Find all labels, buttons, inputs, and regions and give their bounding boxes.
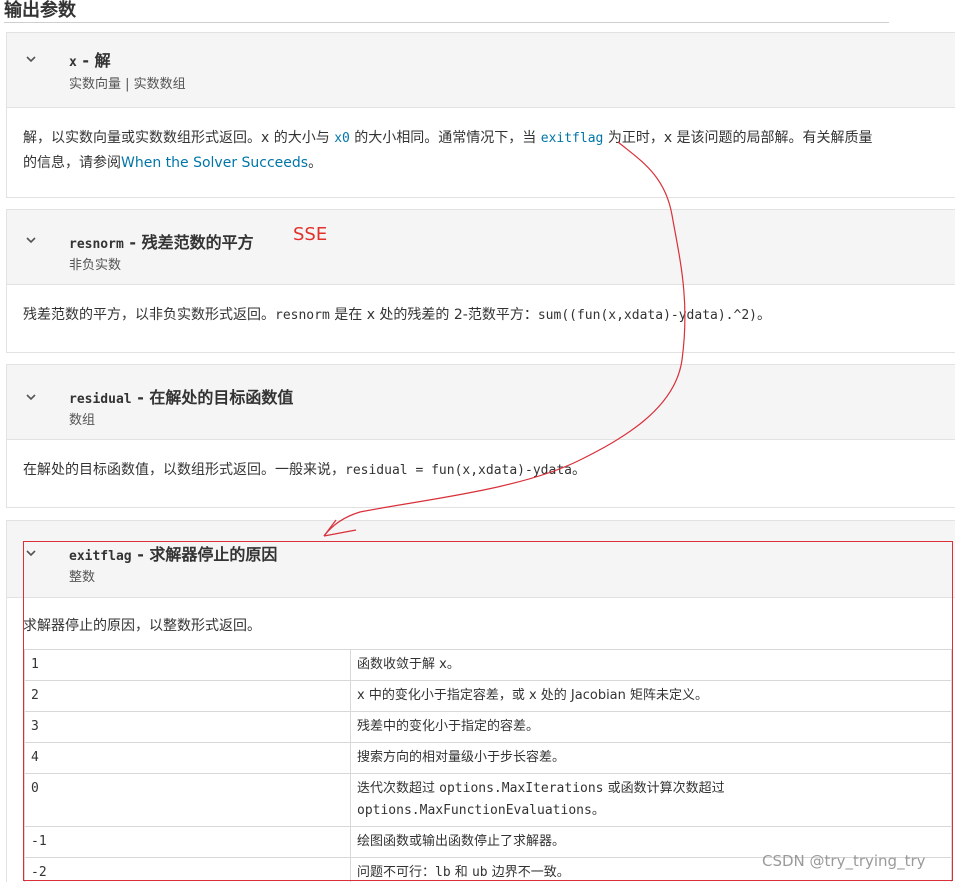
param-title: 求解器停止的原因 bbox=[149, 545, 278, 564]
param-title-resnorm: resnorm - 残差范数的平方 bbox=[69, 229, 254, 253]
param-title-residual: residual - 在解处的目标函数值 bbox=[69, 384, 293, 408]
code-text: sum((fun(x,xdata)-ydata).^2) bbox=[537, 308, 757, 323]
table-row: 2 x 中的变化小于指定容差，或 x 处的 Jacobian 矩阵未定义。 bbox=[24, 680, 952, 712]
desc-text: 求解器停止的原因，以整数形式返回。 bbox=[23, 618, 261, 634]
param-title: 残差范数的平方 bbox=[141, 233, 254, 252]
param-title: 在解处的目标函数值 bbox=[149, 388, 294, 407]
param-type-x: 实数向量 | 实数数组 bbox=[69, 77, 186, 92]
param-type-exitflag: 整数 bbox=[69, 570, 96, 585]
param-desc-exitflag: 求解器停止的原因，以整数形式返回。 bbox=[7, 598, 955, 638]
exitflag-table: 1 函数收敛于解 x。 2 x 中的变化小于指定容差，或 x 处的 Jacobi… bbox=[24, 649, 952, 882]
param-card-x: x - 解 实数向量 | 实数数组 解，以实数向量或实数数组形式返回。x 的大小… bbox=[6, 32, 955, 198]
desc-text: 为正时，x 是该问题的局部解。有关解质量 bbox=[603, 130, 873, 146]
param-header-x[interactable]: x - 解 实数向量 | 实数数组 bbox=[7, 33, 955, 108]
chevron-down-icon[interactable] bbox=[25, 391, 39, 405]
desc-text: 的信息，请参阅 bbox=[23, 155, 121, 171]
section-divider bbox=[4, 22, 889, 23]
flag-meaning: 迭代次数超过 options.MaxIterations 或函数计算次数超过 op… bbox=[350, 773, 952, 827]
flag-code: 3 bbox=[24, 711, 351, 743]
param-header-residual[interactable]: residual - 在解处的目标函数值 数组 bbox=[7, 365, 955, 440]
param-dash: - bbox=[76, 51, 95, 70]
param-type-residual: 数组 bbox=[69, 413, 96, 428]
param-card-exitflag: exitflag - 求解器停止的原因 整数 求解器停止的原因，以整数形式返回。… bbox=[6, 520, 955, 882]
flag-code: 4 bbox=[24, 742, 351, 774]
section-heading: 输出参数 bbox=[4, 0, 76, 21]
table-row: 3 残差中的变化小于指定的容差。 bbox=[24, 711, 952, 743]
code-text: options.MaxIterations bbox=[439, 781, 604, 796]
meaning-text: 和 bbox=[450, 865, 472, 880]
param-desc-residual: 在解处的目标函数值，以数组形式返回。一般来说，residual = fun(x,… bbox=[7, 440, 955, 483]
param-name: exitflag bbox=[69, 549, 132, 564]
param-card-residual: residual - 在解处的目标函数值 数组 在解处的目标函数值，以数组形式返… bbox=[6, 364, 955, 508]
code-text: residual = fun(x,xdata)-ydata bbox=[345, 463, 572, 478]
param-header-resnorm[interactable]: resnorm - 残差范数的平方 SSE 非负实数 bbox=[7, 210, 955, 285]
meaning-text: 边界不一致。 bbox=[487, 865, 570, 880]
flag-meaning: 搜索方向的相对量级小于步长容差。 bbox=[350, 742, 952, 774]
chevron-down-icon[interactable] bbox=[25, 53, 39, 67]
desc-text: 。 bbox=[308, 155, 323, 171]
flag-meaning: 残差中的变化小于指定的容差。 bbox=[350, 711, 952, 743]
param-dash: - bbox=[131, 388, 150, 407]
param-title-x: x - 解 bbox=[69, 47, 111, 71]
meaning-text: 或函数计算次数超过 bbox=[603, 781, 725, 796]
desc-text: 的大小相同。通常情况下，当 bbox=[349, 130, 541, 146]
chevron-down-icon[interactable] bbox=[25, 547, 39, 561]
desc-text: 是在 x 处的残差的 2-范数平方： bbox=[329, 307, 538, 323]
param-desc-resnorm: 残差范数的平方，以非负实数形式返回。resnorm 是在 x 处的残差的 2-范… bbox=[7, 285, 955, 328]
param-title-exitflag: exitflag - 求解器停止的原因 bbox=[69, 541, 277, 565]
param-name: residual bbox=[69, 392, 132, 407]
code-text: resnorm bbox=[275, 308, 330, 323]
code-text: options.MaxFunctionEvaluations bbox=[357, 803, 592, 818]
exitflag-link[interactable]: exitflag bbox=[541, 131, 604, 146]
chevron-down-icon[interactable] bbox=[25, 234, 39, 248]
param-dash: - bbox=[131, 545, 150, 564]
flag-meaning: x 中的变化小于指定容差，或 x 处的 Jacobian 矩阵未定义。 bbox=[350, 680, 952, 712]
doc-page: 输出参数 x - 解 实数向量 | 实数数组 解，以实数向量或实数数组形式返回。… bbox=[0, 0, 955, 882]
desc-text: 解，以实数向量或实数数组形式返回。x 的大小与 bbox=[23, 130, 335, 146]
x0-link[interactable]: x0 bbox=[334, 131, 350, 146]
flag-code: -1 bbox=[24, 826, 351, 858]
code-text: lb bbox=[435, 865, 451, 880]
param-header-exitflag[interactable]: exitflag - 求解器停止的原因 整数 bbox=[7, 521, 955, 598]
meaning-text: 迭代次数超过 bbox=[357, 781, 440, 796]
param-title: 解 bbox=[94, 51, 111, 70]
code-text: ub bbox=[471, 865, 488, 880]
when-solver-succeeds-link[interactable]: When the Solver Succeeds bbox=[121, 155, 308, 171]
table-row: 0 迭代次数超过 options.MaxIterations 或函数计算次数超过… bbox=[24, 773, 952, 827]
flag-code: 1 bbox=[24, 649, 351, 681]
desc-text: 残差范数的平方，以非负实数形式返回。 bbox=[23, 307, 275, 323]
table-row: 4 搜索方向的相对量级小于步长容差。 bbox=[24, 742, 952, 774]
param-dash: - bbox=[123, 233, 142, 252]
flag-meaning: 函数收敛于解 x。 bbox=[350, 649, 952, 681]
flag-code: -2 bbox=[24, 857, 351, 882]
flag-code: 0 bbox=[24, 773, 351, 827]
param-desc-x: 解，以实数向量或实数数组形式返回。x 的大小与 x0 的大小相同。通常情况下，当… bbox=[7, 108, 955, 175]
desc-text: 。 bbox=[757, 307, 771, 323]
param-type-resnorm: 非负实数 bbox=[69, 258, 122, 273]
flag-code: 2 bbox=[24, 680, 351, 712]
desc-text: 在解处的目标函数值，以数组形式返回。一般来说， bbox=[23, 462, 345, 478]
meaning-text: 。 bbox=[591, 803, 605, 818]
csdn-watermark: CSDN @try_trying_try bbox=[762, 852, 926, 870]
param-name: x bbox=[69, 55, 77, 70]
param-card-resnorm: resnorm - 残差范数的平方 SSE 非负实数 残差范数的平方，以非负实数… bbox=[6, 209, 955, 353]
desc-text: 。 bbox=[571, 462, 586, 478]
table-row: 1 函数收敛于解 x。 bbox=[24, 649, 952, 681]
param-name: resnorm bbox=[69, 237, 124, 252]
sse-annotation: SSE bbox=[293, 224, 328, 245]
meaning-text: 问题不可行： bbox=[357, 865, 436, 880]
